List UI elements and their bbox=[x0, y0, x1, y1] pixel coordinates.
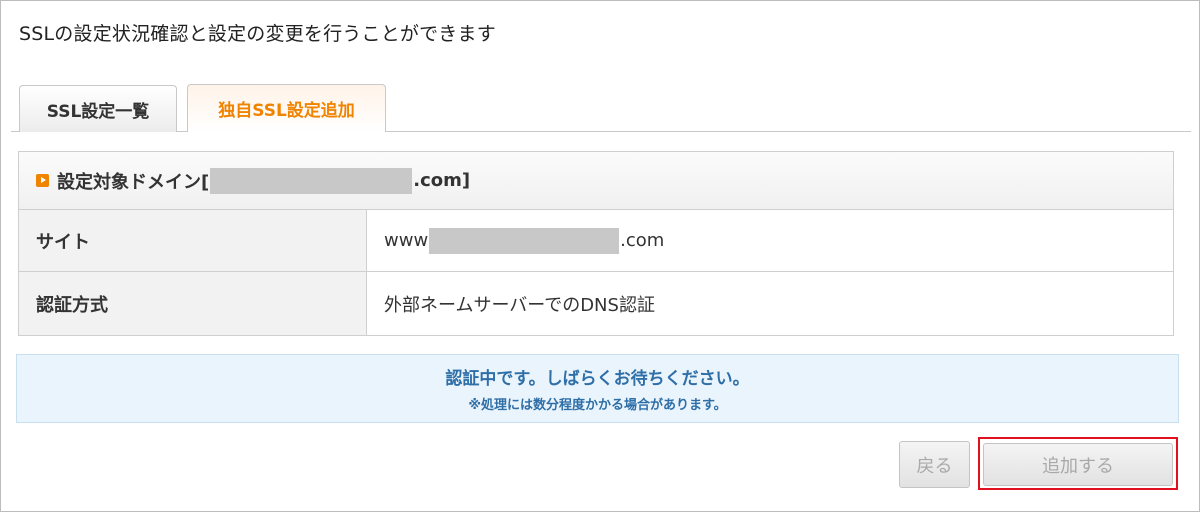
table-row-auth: 認証方式 外部ネームサーバーでのDNS認証 bbox=[19, 272, 1173, 335]
domain-heading-suffix: .com] bbox=[413, 170, 471, 191]
site-label: サイト bbox=[19, 210, 367, 271]
auth-method-value: 外部ネームサーバーでのDNS認証 bbox=[384, 294, 655, 316]
status-note: ※処理には数分程度かかる場合があります。 bbox=[468, 398, 727, 413]
redacted-site-mask bbox=[429, 227, 620, 254]
table-row-site: サイト www .com bbox=[19, 210, 1173, 272]
site-value-suffix: .com bbox=[620, 230, 665, 251]
add-button[interactable]: 追加する bbox=[983, 443, 1173, 486]
page-frame: SSLの設定状況確認と設定の変更を行うことができます SSL設定一覧 独自SSL… bbox=[0, 0, 1200, 512]
auth-method-label: 認証方式 bbox=[19, 272, 367, 335]
site-value: www .com bbox=[367, 210, 1173, 271]
back-button[interactable]: 戻る bbox=[899, 441, 970, 488]
page-description: SSLの設定状況確認と設定の変更を行うことができます bbox=[19, 23, 496, 45]
redacted-domain-mask bbox=[210, 167, 413, 194]
site-value-prefix: www bbox=[384, 230, 429, 251]
status-message-box: 認証中です。しばらくお待ちください。 ※処理には数分程度かかる場合があります。 bbox=[16, 354, 1179, 423]
domain-heading: 設定対象ドメイン[ .com] bbox=[19, 152, 1173, 210]
orange-play-icon bbox=[36, 174, 49, 187]
tab-add-ssl[interactable]: 独自SSL設定追加 bbox=[187, 84, 386, 132]
tab-ssl-list[interactable]: SSL設定一覧 bbox=[19, 85, 177, 132]
domain-settings-table: 設定対象ドメイン[ .com] サイト www .com 認証方式 外部ネームサ… bbox=[18, 151, 1174, 336]
domain-heading-prefix: 設定対象ドメイン[ bbox=[57, 171, 210, 193]
status-message: 認証中です。しばらくお待ちください。 bbox=[445, 369, 750, 389]
